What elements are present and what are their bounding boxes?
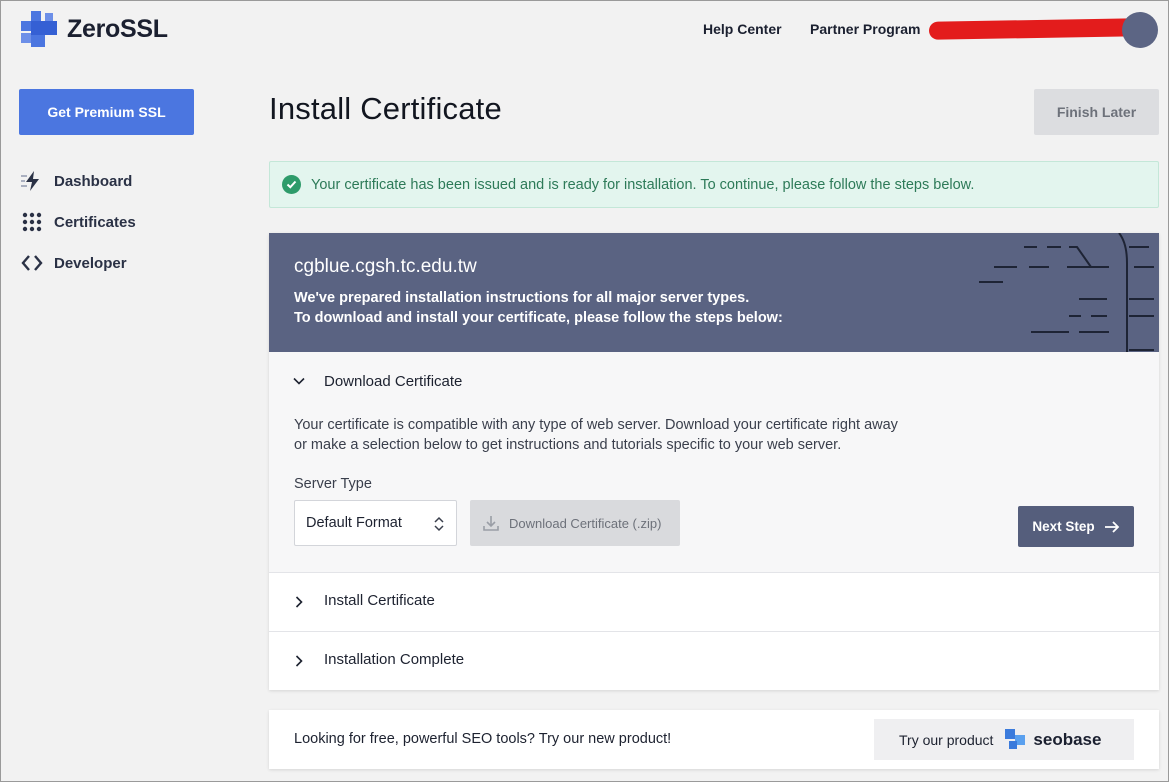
select-arrows-icon: [434, 516, 444, 532]
logo[interactable]: ZeroSSL: [19, 9, 168, 49]
step-label: Installation Complete: [324, 651, 465, 668]
domain-name: cgblue.cgsh.tc.edu.tw: [294, 256, 477, 277]
success-alert: Your certificate has been issued and is …: [269, 161, 1159, 208]
card-header: cgblue.cgsh.tc.edu.tw We've prepared ins…: [269, 233, 1159, 352]
next-step-button[interactable]: Next Step: [1018, 506, 1134, 547]
try-product-label: Try our product: [899, 731, 994, 748]
code-lines-decoration-icon: [979, 233, 1154, 352]
step-download-certificate[interactable]: Download Certificate: [269, 352, 1159, 410]
sidebar-item-dashboard[interactable]: Dashboard: [21, 170, 132, 192]
seobase-name: seobase: [1033, 729, 1102, 749]
brand-name: ZeroSSL: [67, 14, 168, 43]
alert-text: Your certificate has been issued and is …: [311, 176, 975, 193]
server-type-label: Server Type: [294, 476, 372, 492]
download-button-label: Download Certificate (.zip): [509, 515, 662, 531]
code-brackets-icon: [21, 252, 43, 274]
server-type-select[interactable]: Default Format: [294, 500, 457, 546]
next-step-label: Next Step: [1032, 519, 1095, 534]
intro-line: We've prepared installation instructions…: [294, 290, 750, 306]
step-description: Your certificate is compatible with any …: [294, 417, 898, 453]
install-card: cgblue.cgsh.tc.edu.tw We've prepared ins…: [269, 233, 1159, 690]
seobase-logo: seobase: [1005, 728, 1102, 751]
step-label: Install Certificate: [324, 592, 435, 609]
grid-dots-icon: [21, 211, 43, 233]
card-intro: We've prepared installation instructions…: [294, 288, 783, 328]
step-install-certificate[interactable]: Install Certificate: [269, 573, 1159, 631]
chevron-right-icon: [295, 596, 303, 608]
redaction-mark: [928, 18, 1140, 40]
step-installation-complete[interactable]: Installation Complete: [269, 632, 1159, 690]
try-product-button[interactable]: Try our product seobase: [874, 719, 1134, 760]
finish-later-button[interactable]: Finish Later: [1034, 89, 1159, 135]
sidebar-item-certificates[interactable]: Certificates: [21, 211, 136, 233]
download-icon: [483, 516, 499, 531]
sidebar-item-label: Certificates: [54, 213, 136, 231]
avatar[interactable]: [1122, 12, 1158, 48]
step-label: Download Certificate: [324, 373, 463, 390]
check-circle-icon: [282, 175, 301, 194]
intro-line: To download and install your certificate…: [294, 310, 783, 326]
help-center-link[interactable]: Help Center: [703, 21, 782, 37]
arrow-right-icon: [1104, 520, 1119, 533]
top-bar: ZeroSSL Help Center Partner Program: [1, 1, 1168, 61]
chevron-right-icon: [295, 655, 303, 667]
seobase-logo-icon: [1005, 728, 1026, 749]
get-premium-ssl-button[interactable]: Get Premium SSL: [19, 89, 194, 135]
sidebar-item-developer[interactable]: Developer: [21, 252, 127, 274]
page-title: Install Certificate: [269, 91, 502, 126]
seo-promo-banner: Looking for free, powerful SEO tools? Tr…: [269, 710, 1159, 769]
lightning-icon: [21, 170, 43, 192]
zerossl-cross-icon: [21, 11, 57, 47]
chevron-down-icon: [293, 377, 305, 385]
partner-program-link[interactable]: Partner Program: [810, 21, 920, 37]
sidebar-item-label: Developer: [54, 254, 127, 272]
server-type-value: Default Format: [306, 515, 402, 531]
download-certificate-button[interactable]: Download Certificate (.zip): [470, 500, 680, 546]
sidebar-item-label: Dashboard: [54, 172, 133, 190]
promo-text: Looking for free, powerful SEO tools? Tr…: [294, 731, 672, 747]
